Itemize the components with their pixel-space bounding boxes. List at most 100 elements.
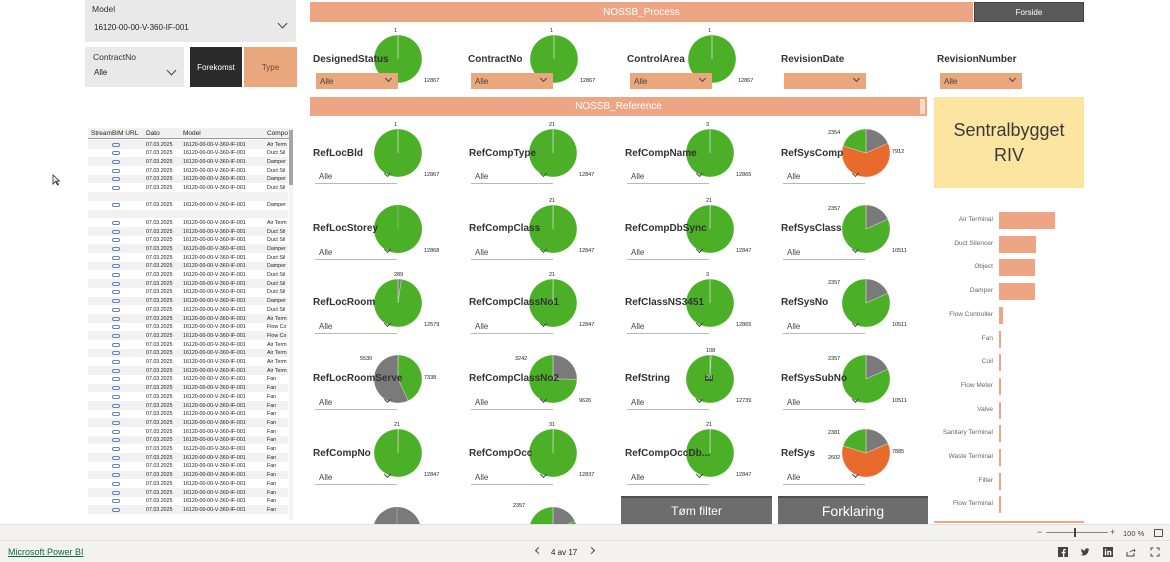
- table-row[interactable]: 07.03.2025 16120-00-00-V-360-IF-001 Fan: [88, 435, 288, 445]
- zoom-minus[interactable]: −: [1037, 527, 1042, 537]
- card-dropdown[interactable]: Alle: [315, 244, 397, 260]
- link-icon[interactable]: [112, 351, 120, 356]
- chevron-down-icon[interactable]: [539, 470, 548, 479]
- link-icon[interactable]: [112, 403, 120, 408]
- link-icon[interactable]: [112, 429, 120, 434]
- chevron-down-icon[interactable]: [383, 395, 392, 404]
- table-row[interactable]: 07.03.2025 16120-00-00-V-360-IF-001 Damper: [88, 157, 288, 167]
- card-dropdown[interactable]: Alle: [627, 318, 709, 334]
- bar[interactable]: [999, 259, 1035, 277]
- table-row[interactable]: 07.03.2025 16120-00-00-V-360-IF-001 Air Te…: [88, 140, 288, 149]
- data-table[interactable]: StreamBIM URL Dato Model Compo 07.03.202…: [88, 128, 293, 520]
- chevron-down-icon[interactable]: [851, 319, 860, 328]
- chevron-down-icon[interactable]: [383, 169, 392, 178]
- pie-chart-partial[interactable]: [372, 506, 422, 524]
- link-icon[interactable]: [112, 177, 120, 182]
- table-row[interactable]: 07.03.2025 16120-00-00-V-360-IF-001 Air Te…: [88, 314, 288, 323]
- type-button[interactable]: Type: [244, 47, 297, 87]
- bar[interactable]: [999, 306, 1003, 324]
- link-icon[interactable]: [112, 420, 120, 425]
- table-row[interactable]: 07.03.2025 16120-00-00-V-360-IF-001 Damper: [88, 201, 288, 210]
- chevron-down-icon[interactable]: [698, 74, 707, 83]
- model-slicer-value[interactable]: 16120-00-00-V-360-IF-001: [94, 23, 189, 32]
- link-icon[interactable]: [112, 316, 120, 321]
- link-icon[interactable]: [112, 159, 120, 164]
- link-icon[interactable]: [112, 151, 120, 156]
- link-icon[interactable]: [112, 168, 120, 173]
- table-row[interactable]: 07.03.2025 16120-00-00-V-360-IF-001 Duct S…: [88, 166, 288, 175]
- table-row[interactable]: 07.03.2025 16120-00-00-V-360-IF-001 Fan: [88, 401, 288, 410]
- chevron-down-icon[interactable]: [539, 169, 548, 178]
- link-icon[interactable]: [112, 473, 120, 478]
- card-dropdown[interactable]: Alle: [627, 168, 709, 184]
- bar[interactable]: [999, 401, 1001, 419]
- next-page-icon[interactable]: [587, 546, 596, 555]
- table-row[interactable]: 07.03.2025 16120-00-00-V-360-IF-001 Flow C…: [88, 331, 288, 341]
- table-row[interactable]: 07.03.2025 16120-00-00-V-360-IF-001 Duct S…: [88, 279, 288, 288]
- link-icon[interactable]: [112, 220, 120, 225]
- zoom-plus[interactable]: +: [1110, 527, 1115, 537]
- card-dropdown[interactable]: Alle: [316, 73, 398, 89]
- table-row[interactable]: 07.03.2025 16120-00-00-V-360-IF-001 Fan: [88, 427, 288, 436]
- link-icon[interactable]: [112, 299, 120, 304]
- table-row[interactable]: 07.03.2025 16120-00-00-V-360-IF-001 Fan: [88, 375, 288, 384]
- fit-page-icon[interactable]: [1154, 529, 1163, 537]
- table-row[interactable]: 07.03.2025 16120-00-00-V-360-IF-001 Flow C…: [88, 323, 288, 332]
- table-row[interactable]: 07.03.2025 16120-00-00-V-360-IF-001 Duct S…: [88, 236, 288, 245]
- link-icon[interactable]: [112, 290, 120, 295]
- table-row[interactable]: 07.03.2025 16120-00-00-V-360-IF-001 Duct S…: [88, 227, 288, 236]
- chevron-down-icon[interactable]: [851, 169, 860, 178]
- link-icon[interactable]: [112, 246, 120, 251]
- chevron-down-icon[interactable]: [695, 395, 704, 404]
- chevron-down-icon[interactable]: [166, 65, 177, 76]
- table-row[interactable]: 07.03.2025 16120-00-00-V-360-IF-001 Fan: [88, 383, 288, 393]
- bar[interactable]: [999, 449, 1001, 466]
- table-row[interactable]: 07.03.2025 16120-00-00-V-360-IF-001 Fan: [88, 410, 288, 419]
- table-row[interactable]: 07.03.2025 16120-00-00-V-360-IF-001 Damper: [88, 244, 288, 254]
- bar[interactable]: [999, 472, 1001, 490]
- link-icon[interactable]: [112, 481, 120, 486]
- card-dropdown[interactable]: Alle: [315, 394, 397, 410]
- chevron-down-icon[interactable]: [383, 245, 392, 254]
- table-scroll-thumb[interactable]: [289, 130, 293, 185]
- bar[interactable]: [999, 425, 1001, 443]
- table-row[interactable]: [88, 192, 288, 201]
- chevron-down-icon[interactable]: [384, 74, 393, 83]
- card-dropdown[interactable]: Alle: [315, 168, 397, 184]
- table-row[interactable]: 07.03.2025 16120-00-00-V-360-IF-001 Fan: [88, 392, 288, 401]
- link-icon[interactable]: [112, 142, 120, 147]
- card-dropdown[interactable]: Alle: [471, 469, 553, 485]
- card-dropdown[interactable]: Alle: [627, 469, 709, 485]
- link-icon[interactable]: [112, 499, 120, 504]
- card-dropdown[interactable]: Alle: [783, 244, 865, 260]
- link-icon[interactable]: [112, 368, 120, 373]
- card-dropdown[interactable]: Alle: [783, 168, 865, 184]
- zoom-slider-track[interactable]: [1046, 532, 1108, 533]
- chevron-down-icon[interactable]: [277, 18, 288, 29]
- chevron-down-icon[interactable]: [695, 470, 704, 479]
- table-row[interactable]: 07.03.2025 16120-00-00-V-360-IF-001 Air Te…: [88, 348, 288, 358]
- chevron-down-icon[interactable]: [383, 319, 392, 328]
- table-row[interactable]: 07.03.2025 16120-00-00-V-360-IF-001 Duct S…: [88, 184, 288, 193]
- bar[interactable]: [999, 235, 1036, 253]
- bar[interactable]: [999, 283, 1035, 301]
- contract-slicer[interactable]: ContractNo Alle: [85, 47, 184, 87]
- model-slicer[interactable]: Model 16120-00-00-V-360-IF-001: [85, 0, 296, 42]
- link-icon[interactable]: [112, 386, 120, 391]
- link-icon[interactable]: [112, 360, 120, 364]
- column-header-model[interactable]: Model: [183, 130, 201, 137]
- link-icon[interactable]: [112, 438, 120, 443]
- table-row[interactable]: 07.03.2025 16120-00-00-V-360-IF-001 Fan: [88, 453, 288, 462]
- zoom-slider-thumb[interactable]: [1074, 528, 1076, 537]
- link-icon[interactable]: [112, 394, 120, 399]
- link-icon[interactable]: [112, 203, 120, 208]
- link-icon[interactable]: [112, 490, 120, 495]
- bar[interactable]: [999, 354, 1001, 372]
- chevron-down-icon[interactable]: [852, 74, 861, 83]
- link-icon[interactable]: [112, 325, 120, 330]
- card-dropdown[interactable]: Alle: [783, 318, 865, 334]
- forekomst-button[interactable]: Forekomst: [190, 47, 242, 87]
- table-row[interactable]: 07.03.2025 16120-00-00-V-360-IF-001 Fan: [88, 418, 288, 428]
- pie-slice[interactable]: [552, 506, 576, 524]
- link-icon[interactable]: [112, 238, 120, 243]
